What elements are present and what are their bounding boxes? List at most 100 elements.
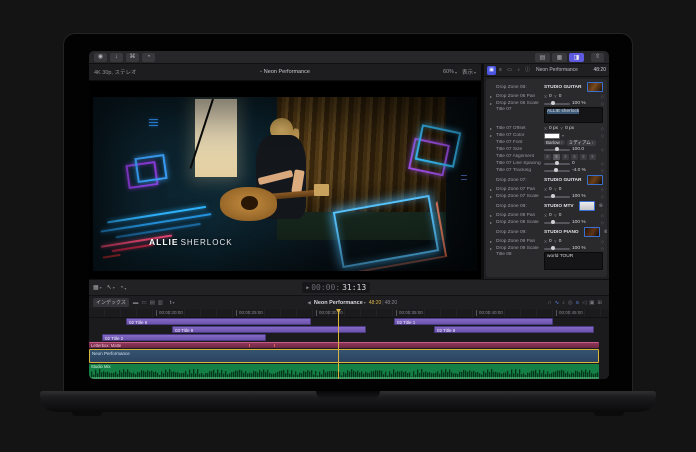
inspector-row[interactable]: ▸Drop Zone 07 PanX0Y0◇: [488, 186, 605, 193]
align-button-icon[interactable]: ≡: [580, 154, 587, 160]
media-thumbnail[interactable]: [579, 201, 595, 211]
inspector-row[interactable]: Drop Zone 09:STUDIO PIANO⊗: [488, 226, 605, 238]
inspector-row[interactable]: Title 07 FontBarlow↕ミディアム↕: [488, 139, 605, 146]
align-button-icon[interactable]: ≡: [589, 154, 596, 160]
inspector-row[interactable]: Title 08world TOUR: [488, 252, 605, 272]
skimming-icon[interactable]: ∿: [555, 300, 560, 306]
audio-skimming-icon[interactable]: ♪: [562, 300, 565, 306]
duplicate-timeline-icon[interactable]: ▣: [589, 300, 594, 306]
parameter-slider[interactable]: [544, 170, 570, 172]
tab-generator[interactable]: ▣: [487, 66, 496, 75]
disclosure-icon[interactable]: ▸: [490, 246, 494, 251]
keyframe-icon[interactable]: ◇: [601, 194, 605, 199]
timeline-letterbox-clip[interactable]: Letterbox: Matte: [89, 342, 599, 348]
sidebar-toggle-icon[interactable]: ◉: [94, 53, 107, 62]
parameter-slider[interactable]: [544, 248, 570, 250]
timeline-toggle-icon[interactable]: ▦: [552, 53, 567, 62]
timeline-title-clip[interactable]: 02 Title 8: [434, 326, 594, 333]
inspector-row[interactable]: ▸Drop Zone 06 Scale100 %◇: [488, 100, 605, 107]
inspector-row[interactable]: Title 07 Alignment≡≡≡≡≡≡: [488, 153, 605, 160]
slider-thumb[interactable]: [555, 147, 559, 151]
viewer-zoom-menu[interactable]: 60%▾: [443, 68, 457, 76]
disclosure-icon[interactable]: ▸: [490, 194, 494, 199]
timeline-ruler[interactable]: 00:00:20:0000:00:25:0000:00:30:0000:00:3…: [89, 309, 609, 318]
browser-toggle-icon[interactable]: ▤: [535, 53, 550, 62]
tab-text[interactable]: ≡: [496, 66, 505, 75]
inspector-row[interactable]: Title 07ALLIE sherlock: [488, 107, 605, 125]
clip-appearance-icon[interactable]: ≡: [576, 300, 579, 306]
value-x[interactable]: 0: [549, 239, 552, 244]
value-x[interactable]: 0 px: [549, 126, 558, 131]
keyframe-icon[interactable]: ◇: [601, 187, 605, 192]
insert-icon[interactable]: ▥: [158, 300, 163, 306]
keyframe-icon[interactable]: ◇: [601, 101, 605, 106]
timeline-title-clip[interactable]: 02 Title 6: [126, 318, 311, 325]
value-x[interactable]: 0: [549, 187, 552, 192]
inspector-row[interactable]: Title 07 Tracking-4.0 %◇: [488, 167, 605, 174]
inspector-toggle-icon[interactable]: ◨: [569, 53, 584, 62]
inspector-row[interactable]: ▸Drop Zone 08 Scale100 %◇: [488, 219, 605, 226]
timeline-project-menu[interactable]: Neon Performance▾: [314, 300, 366, 306]
disclosure-icon[interactable]: ▸: [490, 220, 494, 225]
parameter-slider[interactable]: [544, 149, 570, 151]
font-weight-popup[interactable]: ミディアム↕: [567, 140, 596, 146]
value-x[interactable]: 0: [549, 213, 552, 218]
timeline-pane[interactable]: 00:00:20:0000:00:25:0000:00:30:0000:00:3…: [89, 309, 609, 379]
color-swatch[interactable]: [544, 133, 560, 139]
parameter-value[interactable]: 100 %: [572, 220, 586, 225]
keyframe-icon[interactable]: ◇: [601, 133, 605, 138]
keyframe-icon[interactable]: ◇: [601, 94, 605, 99]
inspector-row[interactable]: Drop Zone 07:STUDIO GUITAR⊗: [488, 174, 605, 186]
value-y[interactable]: 0: [559, 239, 562, 244]
timeline-back-icon[interactable]: ◀: [307, 300, 310, 306]
snapping-icon[interactable]: ∩: [548, 300, 552, 306]
value-x[interactable]: 0: [549, 94, 552, 99]
parameter-slider[interactable]: [544, 103, 570, 105]
disclosure-icon[interactable]: ▸: [490, 126, 494, 131]
media-thumbnail[interactable]: [584, 227, 600, 237]
disclosure-icon[interactable]: ▸: [490, 94, 494, 99]
timeline-video-clip-selected[interactable]: Neon Performance: [89, 349, 599, 363]
background-tasks-icon[interactable]: ◔: [142, 53, 155, 62]
parameter-slider[interactable]: [544, 222, 570, 224]
disclosure-icon[interactable]: ▸: [490, 101, 494, 106]
parameter-value[interactable]: 100.0: [572, 147, 584, 152]
inspector-row[interactable]: ▸Title 07 Color▾◇: [488, 132, 605, 139]
inspector-row[interactable]: Title 07 Line Spacing0◇: [488, 160, 605, 167]
keyframe-icon[interactable]: ◇: [601, 246, 605, 251]
align-button-icon[interactable]: ≡: [571, 154, 578, 160]
tab-video[interactable]: ▭: [505, 66, 514, 75]
overwrite-icon[interactable]: ▭: [141, 300, 146, 306]
text-tool-menu[interactable]: t▾: [170, 300, 175, 306]
tab-info[interactable]: ⓘ: [523, 65, 532, 74]
inspector-row[interactable]: ▸Drop Zone 07 Scale100 %◇: [488, 193, 605, 200]
align-button-icon[interactable]: ≡: [544, 154, 551, 160]
align-button-icon[interactable]: ≡: [562, 154, 569, 160]
clear-dropzone-icon[interactable]: ⊗: [604, 229, 607, 235]
play-icon[interactable]: ▶: [306, 285, 309, 291]
inspector-row[interactable]: Drop Zone 06:STUDIO GUITAR⊗: [488, 81, 605, 93]
index-button[interactable]: インデックス: [93, 298, 129, 307]
value-y[interactable]: 0: [559, 187, 562, 192]
inspector-row[interactable]: Title 07 Size100.0◇: [488, 146, 605, 153]
inspector-row[interactable]: Drop Zone 08:STUDIO MTV⊗: [488, 200, 605, 212]
viewer-canvas[interactable]: ALLIESHERLOCK: [89, 81, 481, 279]
title-text-field[interactable]: world TOUR: [544, 252, 603, 270]
retime-menu[interactable]: ◔▾: [120, 285, 127, 291]
append-icon[interactable]: ▤: [150, 300, 155, 306]
value-y[interactable]: 0: [559, 94, 562, 99]
slider-thumb[interactable]: [551, 101, 555, 105]
font-family-popup[interactable]: Barlow↕: [544, 140, 565, 145]
keyword-editor-icon[interactable]: ⌘: [126, 53, 139, 62]
mute-icon[interactable]: ◁: [582, 300, 586, 306]
clip-appearance-menu[interactable]: ▦▾: [93, 284, 102, 291]
clear-dropzone-icon[interactable]: ⊗: [599, 203, 603, 209]
parameter-value[interactable]: 100 %: [572, 246, 586, 251]
timeline-title-clip[interactable]: 02 Title 1: [394, 318, 553, 325]
import-media-icon[interactable]: ↓: [110, 53, 123, 62]
slider-thumb[interactable]: [555, 161, 559, 165]
disclosure-icon[interactable]: ▸: [490, 133, 494, 138]
keyframe-icon[interactable]: ◇: [601, 126, 605, 131]
clear-dropzone-icon[interactable]: ⊗: [607, 177, 608, 183]
inspector-row[interactable]: ▸Drop Zone 09 Scale100 %◇: [488, 245, 605, 252]
